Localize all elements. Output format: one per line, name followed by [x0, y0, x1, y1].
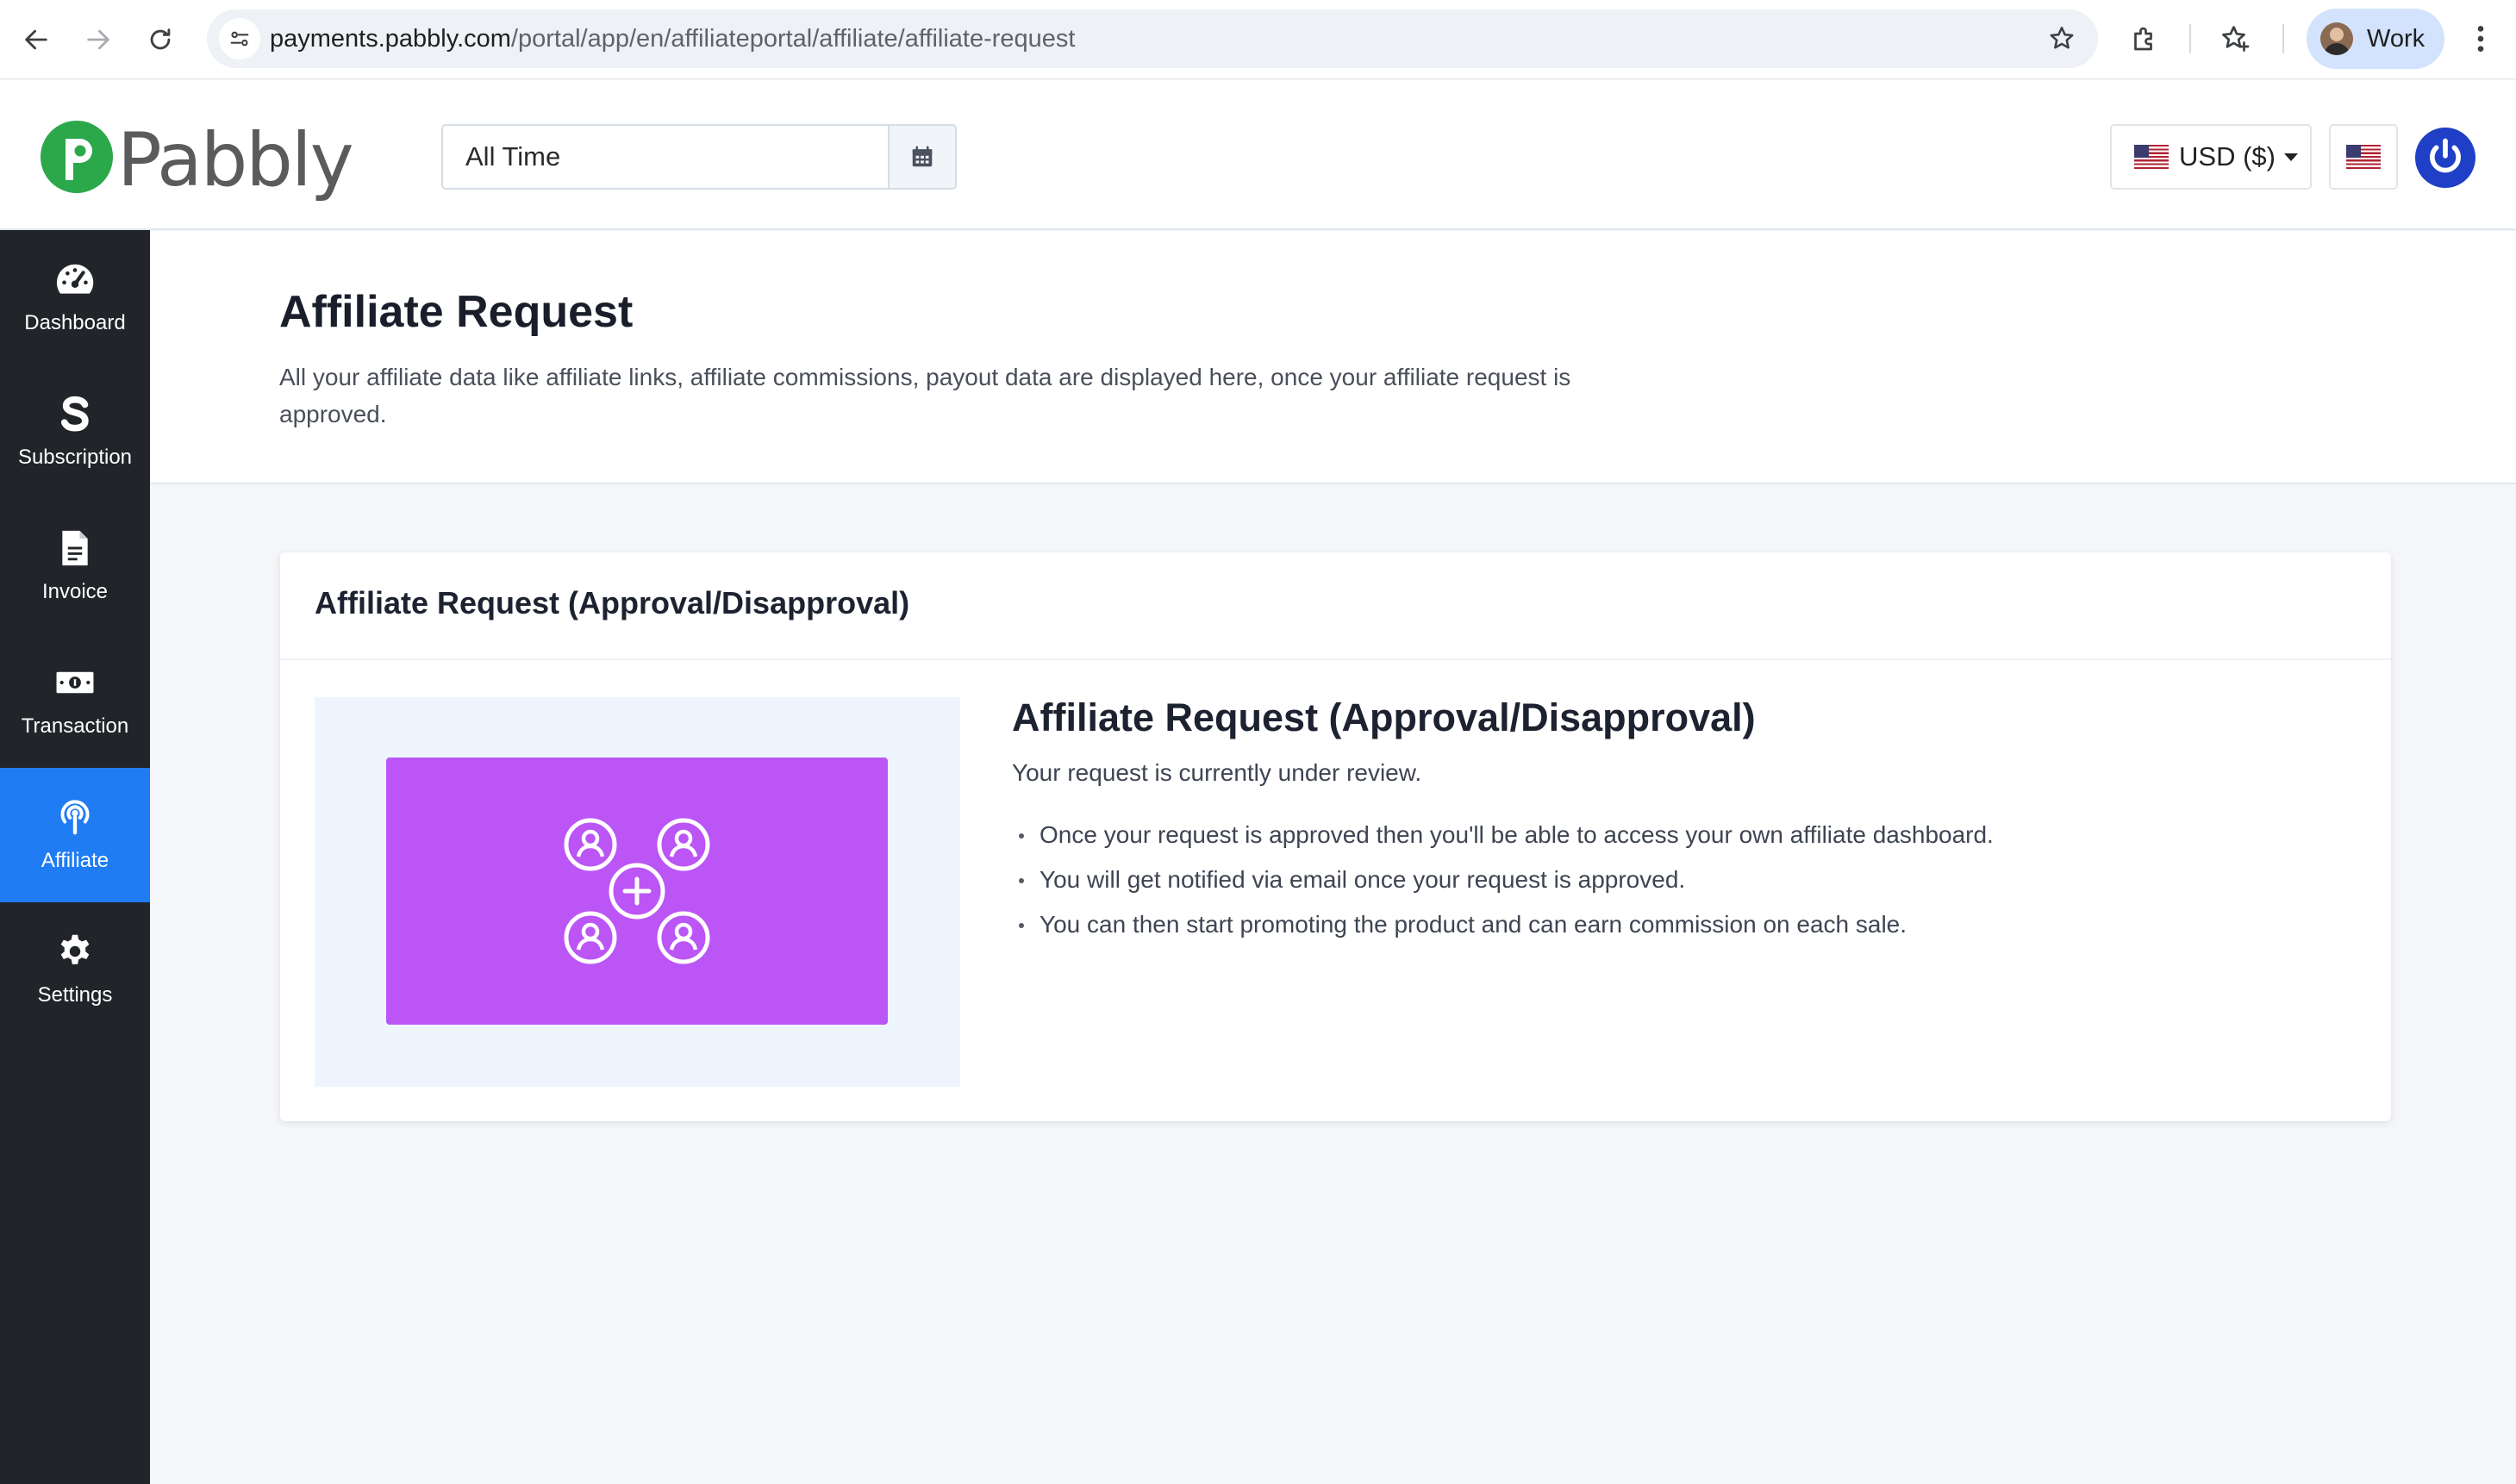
address-bar[interactable]: payments.pabbly.com/portal/app/en/affili…: [207, 9, 2098, 68]
list-item: You can then start promoting the product…: [1012, 902, 2357, 947]
currency-label: USD ($): [2179, 141, 2276, 171]
site-info-icon[interactable]: [219, 18, 260, 59]
profile-name: Work: [2367, 25, 2425, 53]
affiliate-request-card: Affiliate Request (Approval/Disapproval): [280, 552, 2391, 1121]
sidebar-item-dashboard[interactable]: Dashboard: [0, 230, 150, 365]
power-icon: [2430, 138, 2461, 173]
sidebar-item-label: Invoice: [41, 580, 109, 603]
caret-down-icon: [2283, 153, 2298, 161]
url-path: /portal/app/en/affiliateportal/affiliate…: [510, 25, 1076, 53]
sidebar-item-label: Affiliate: [41, 849, 109, 872]
bookmark-star-icon[interactable]: [2045, 22, 2079, 56]
pabbly-logo-mark-icon: [41, 121, 113, 193]
document-icon: [55, 528, 95, 568]
date-range-input[interactable]: All Time: [441, 124, 890, 190]
calendar-icon: [912, 146, 933, 167]
cash-icon: [55, 663, 95, 702]
app-header: Pabbly All Time USD ($): [0, 80, 2516, 230]
arrow-right-icon: [87, 29, 109, 50]
page-description: All your affiliate data like affiliate l…: [279, 364, 1571, 427]
sidebar-item-label: Subscription: [17, 446, 133, 469]
sidebar-item-label: Settings: [37, 983, 113, 1007]
sidebar-item-settings[interactable]: Settings: [0, 902, 150, 1037]
request-status-content: Affiliate Request (Approval/Disapproval)…: [1012, 690, 2357, 947]
forward-button[interactable]: [72, 14, 124, 65]
bookmarks-icon[interactable]: [2213, 17, 2257, 60]
logout-button[interactable]: [2415, 128, 2475, 188]
reload-button[interactable]: [134, 14, 186, 65]
page-title: Affiliate Request: [279, 287, 634, 337]
sidebar-item-affiliate[interactable]: Affiliate: [0, 768, 150, 902]
request-heading: Affiliate Request (Approval/Disapproval): [1012, 695, 1756, 739]
list-item: Once your request is approved then you'l…: [1012, 813, 2357, 857]
arrow-left-icon: [25, 29, 47, 50]
illustration-panel: [315, 697, 960, 1087]
url-text: payments.pabbly.com/portal/app/en/affili…: [270, 9, 1075, 68]
back-button[interactable]: [10, 14, 62, 65]
calendar-button[interactable]: [888, 124, 957, 190]
sidebar-item-subscription[interactable]: Subscription: [0, 365, 150, 499]
sidebar-item-label: Dashboard: [24, 311, 126, 334]
speedometer-icon: [55, 259, 95, 299]
browser-menu-icon[interactable]: [2463, 17, 2498, 60]
logo-wordmark: Pabbly: [117, 117, 354, 203]
card-title: Affiliate Request (Approval/Disapproval): [315, 585, 910, 620]
card-header: Affiliate Request (Approval/Disapproval): [280, 552, 2391, 660]
broadcast-icon: [55, 797, 95, 837]
us-flag-icon: [2134, 145, 2169, 169]
url-host: payments.pabbly.com: [270, 25, 511, 53]
toolbar-divider: [2282, 24, 2284, 53]
affiliate-network-icon: [564, 818, 710, 964]
gear-icon: [55, 932, 95, 971]
reload-icon: [150, 28, 171, 50]
extensions-icon[interactable]: [2123, 17, 2166, 60]
language-button[interactable]: [2329, 124, 2398, 190]
sidebar: Dashboard Subscription Invoice Transacti…: [0, 230, 150, 1484]
request-status-text: Your request is currently under review.: [1012, 759, 1422, 786]
toolbar-divider: [2189, 24, 2191, 53]
affiliate-network-illustration: [386, 758, 888, 1025]
page-header: Affiliate Request All your affiliate dat…: [150, 231, 2516, 484]
profile-button[interactable]: Work: [2307, 9, 2444, 69]
profile-avatar: [2320, 22, 2353, 55]
sidebar-item-label: Transaction: [21, 714, 129, 738]
s-letter-icon: [55, 394, 95, 433]
list-item: You will get notified via email once you…: [1012, 857, 2357, 902]
browser-toolbar: payments.pabbly.com/portal/app/en/affili…: [0, 0, 2516, 79]
sidebar-item-transaction[interactable]: Transaction: [0, 633, 150, 768]
us-flag-icon: [2346, 145, 2381, 169]
info-list: Once your request is approved then you'l…: [1012, 813, 2357, 947]
currency-dropdown[interactable]: USD ($): [2110, 124, 2312, 190]
sidebar-item-invoice[interactable]: Invoice: [0, 499, 150, 633]
